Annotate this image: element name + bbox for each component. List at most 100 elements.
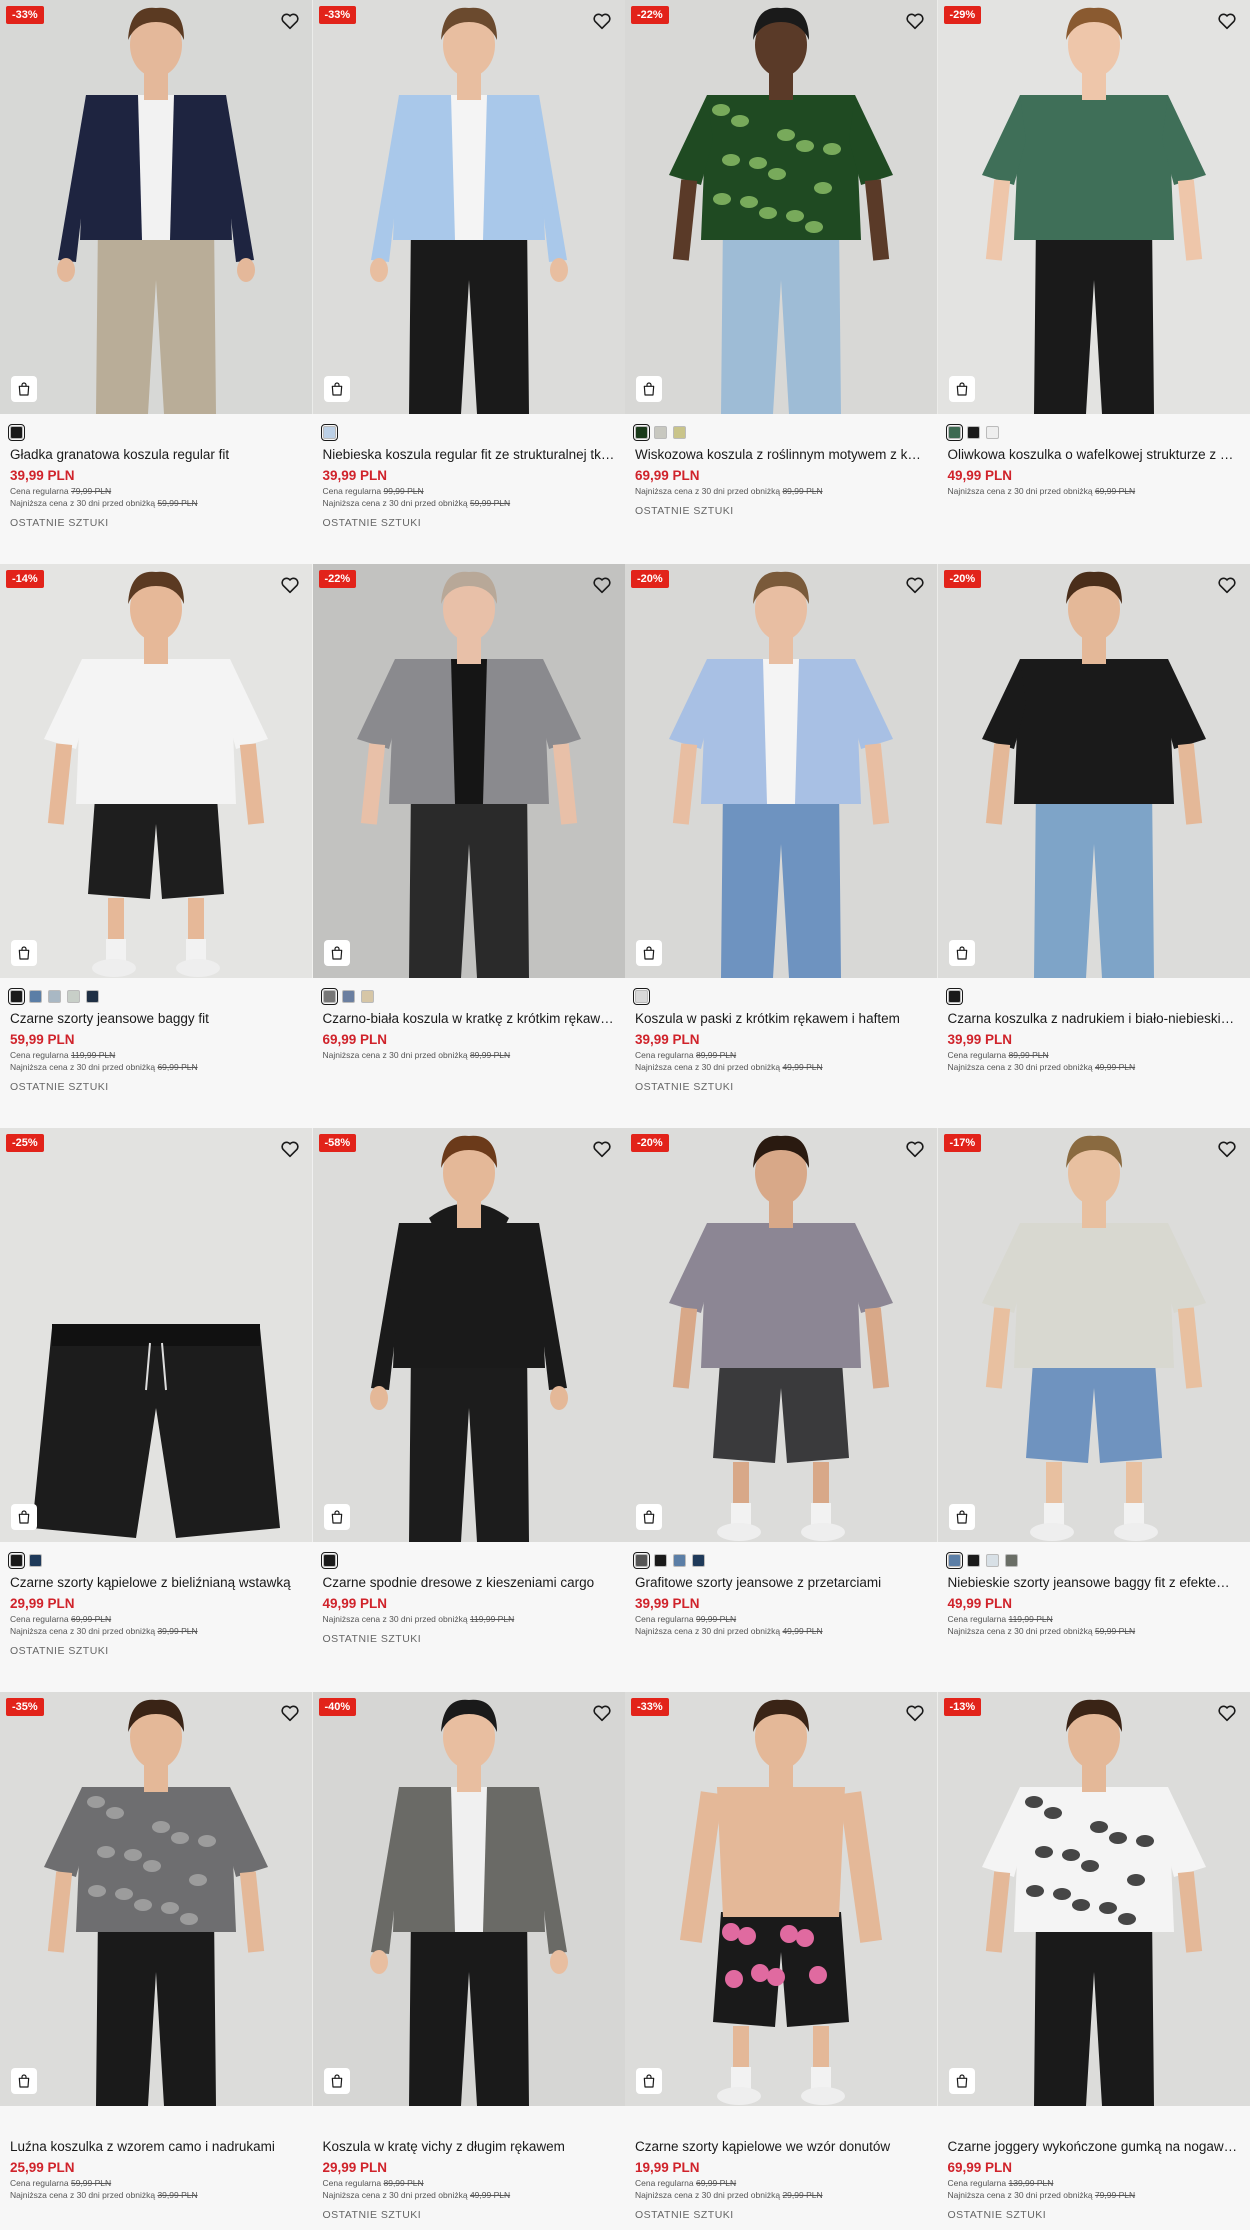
product-image[interactable]: -13%: [937, 1692, 1250, 2106]
color-swatch[interactable]: [8, 423, 25, 441]
shopping-bag-icon[interactable]: [323, 2068, 350, 2094]
product-name[interactable]: Luźna koszulka z wzorem camo i nadrukami: [10, 2138, 303, 2156]
color-swatch[interactable]: [67, 989, 80, 1003]
color-swatch[interactable]: [86, 989, 99, 1003]
color-swatch[interactable]: [341, 989, 355, 1003]
product-name[interactable]: Czarno-biała koszula w kratkę z krótkim …: [323, 1010, 616, 1028]
product-image[interactable]: -35%: [0, 1692, 313, 2106]
heart-icon[interactable]: [591, 574, 613, 596]
color-swatch[interactable]: [985, 425, 999, 439]
product-image[interactable]: -33%: [625, 1692, 938, 2106]
color-swatch[interactable]: [673, 425, 686, 439]
product-image[interactable]: -20%: [625, 1128, 938, 1542]
color-swatch[interactable]: [654, 425, 667, 439]
color-swatch[interactable]: [360, 989, 374, 1003]
heart-icon[interactable]: [1216, 1138, 1238, 1160]
shopping-bag-icon[interactable]: [636, 376, 662, 402]
product-card[interactable]: -20% Grafitowe szorty jeansowe z przetarc…: [625, 1128, 938, 1692]
product-image[interactable]: -20%: [625, 564, 938, 978]
shopping-bag-icon[interactable]: [636, 2068, 662, 2094]
color-swatch[interactable]: [692, 1553, 705, 1567]
product-name[interactable]: Koszula w paski z krótkim rękawem i haft…: [635, 1010, 928, 1028]
shopping-bag-icon[interactable]: [636, 1504, 662, 1530]
product-card[interactable]: -25% Czarne szorty kąpielowe z bieliźnian…: [0, 1128, 313, 1692]
product-card[interactable]: -22% Czarno-biała koszula w kratkę z krót…: [312, 564, 625, 1128]
product-image[interactable]: -58%: [312, 1128, 625, 1542]
product-name[interactable]: Czarne szorty jeansowe baggy fit: [10, 1010, 303, 1028]
product-card[interactable]: -40% Koszula w kratę vichy z długim rękaw…: [312, 1692, 625, 2230]
color-swatch[interactable]: [320, 987, 338, 1005]
product-name[interactable]: Gładka granatowa koszula regular fit: [10, 446, 303, 464]
color-swatch[interactable]: [633, 1551, 650, 1569]
color-swatch[interactable]: [48, 989, 61, 1003]
product-image[interactable]: -17%: [937, 1128, 1250, 1542]
product-card[interactable]: -33% Czarne szorty kąpielowe we wzór donu…: [625, 1692, 938, 2230]
heart-icon[interactable]: [279, 574, 301, 596]
heart-icon[interactable]: [904, 574, 926, 596]
shopping-bag-icon[interactable]: [636, 940, 662, 966]
product-card[interactable]: -33% Gładka granatowa koszula regular fit…: [0, 0, 313, 564]
product-image[interactable]: -33%: [312, 0, 625, 414]
product-card[interactable]: -13% Czarne joggery wykończone gumką na n…: [937, 1692, 1250, 2230]
product-name[interactable]: Oliwkowa koszulka o wafelkowej strukturz…: [948, 446, 1241, 464]
shopping-bag-icon[interactable]: [323, 376, 350, 402]
heart-icon[interactable]: [279, 1702, 301, 1724]
product-name[interactable]: Czarne szorty kąpielowe z bieliźnianą ws…: [10, 1574, 303, 1592]
color-swatch[interactable]: [320, 423, 338, 441]
shopping-bag-icon[interactable]: [323, 940, 350, 966]
heart-icon[interactable]: [1216, 1702, 1238, 1724]
shopping-bag-icon[interactable]: [948, 940, 975, 966]
heart-icon[interactable]: [591, 1702, 613, 1724]
shopping-bag-icon[interactable]: [948, 1504, 975, 1530]
product-name[interactable]: Grafitowe szorty jeansowe z przetarciami: [635, 1574, 928, 1592]
product-name[interactable]: Czarne szorty kąpielowe we wzór donutów: [635, 2138, 928, 2156]
color-swatch[interactable]: [966, 1553, 980, 1567]
color-swatch[interactable]: [633, 987, 650, 1005]
product-name[interactable]: Czarna koszulka z nadrukiem i biało-nieb…: [948, 1010, 1241, 1028]
product-name[interactable]: Czarne spodnie dresowe z kieszeniami car…: [323, 1574, 616, 1592]
product-image[interactable]: -14%: [0, 564, 313, 978]
heart-icon[interactable]: [904, 10, 926, 32]
product-name[interactable]: Niebieskie szorty jeansowe baggy fit z e…: [948, 1574, 1241, 1592]
product-card[interactable]: -22% Wiskozowa koszula z roślinnym motywe…: [625, 0, 938, 564]
color-swatch[interactable]: [8, 987, 25, 1005]
heart-icon[interactable]: [1216, 10, 1238, 32]
heart-icon[interactable]: [1216, 574, 1238, 596]
product-card[interactable]: -20% Czarna koszulka z nadrukiem i biało-…: [937, 564, 1250, 1128]
color-swatch[interactable]: [320, 1551, 338, 1569]
heart-icon[interactable]: [591, 1138, 613, 1160]
heart-icon[interactable]: [904, 1702, 926, 1724]
color-swatch[interactable]: [1004, 1553, 1018, 1567]
shopping-bag-icon[interactable]: [11, 2068, 37, 2094]
product-card[interactable]: -14% Czarne szorty jeansowe baggy fit 59,9…: [0, 564, 313, 1128]
product-image[interactable]: -25%: [0, 1128, 313, 1542]
color-swatch[interactable]: [633, 423, 650, 441]
color-swatch[interactable]: [8, 1551, 25, 1569]
product-card[interactable]: -29% Oliwkowa koszulka o wafelkowej struk…: [937, 0, 1250, 564]
color-swatch[interactable]: [29, 1553, 42, 1567]
product-image[interactable]: -29%: [937, 0, 1250, 414]
shopping-bag-icon[interactable]: [11, 1504, 37, 1530]
color-swatch[interactable]: [945, 1551, 963, 1569]
heart-icon[interactable]: [279, 10, 301, 32]
color-swatch[interactable]: [29, 989, 42, 1003]
color-swatch[interactable]: [654, 1553, 667, 1567]
product-image[interactable]: -20%: [937, 564, 1250, 978]
product-name[interactable]: Czarne joggery wykończone gumką na nogaw…: [948, 2138, 1241, 2156]
product-name[interactable]: Niebieska koszula regular fit ze struktu…: [323, 446, 616, 464]
color-swatch[interactable]: [985, 1553, 999, 1567]
shopping-bag-icon[interactable]: [11, 940, 37, 966]
product-name[interactable]: Koszula w kratę vichy z długim rękawem: [323, 2138, 616, 2156]
shopping-bag-icon[interactable]: [948, 376, 975, 402]
product-name[interactable]: Wiskozowa koszula z roślinnym motywem z …: [635, 446, 928, 464]
product-card[interactable]: -35% Luźna koszulka z wzorem camo i nadru…: [0, 1692, 313, 2230]
heart-icon[interactable]: [279, 1138, 301, 1160]
product-image[interactable]: -40%: [312, 1692, 625, 2106]
color-swatch[interactable]: [945, 423, 963, 441]
color-swatch[interactable]: [966, 425, 980, 439]
product-image[interactable]: -22%: [625, 0, 938, 414]
heart-icon[interactable]: [904, 1138, 926, 1160]
color-swatch[interactable]: [945, 987, 963, 1005]
product-card[interactable]: -58% Czarne spodnie dresowe z kieszeniami…: [312, 1128, 625, 1692]
shopping-bag-icon[interactable]: [948, 2068, 975, 2094]
